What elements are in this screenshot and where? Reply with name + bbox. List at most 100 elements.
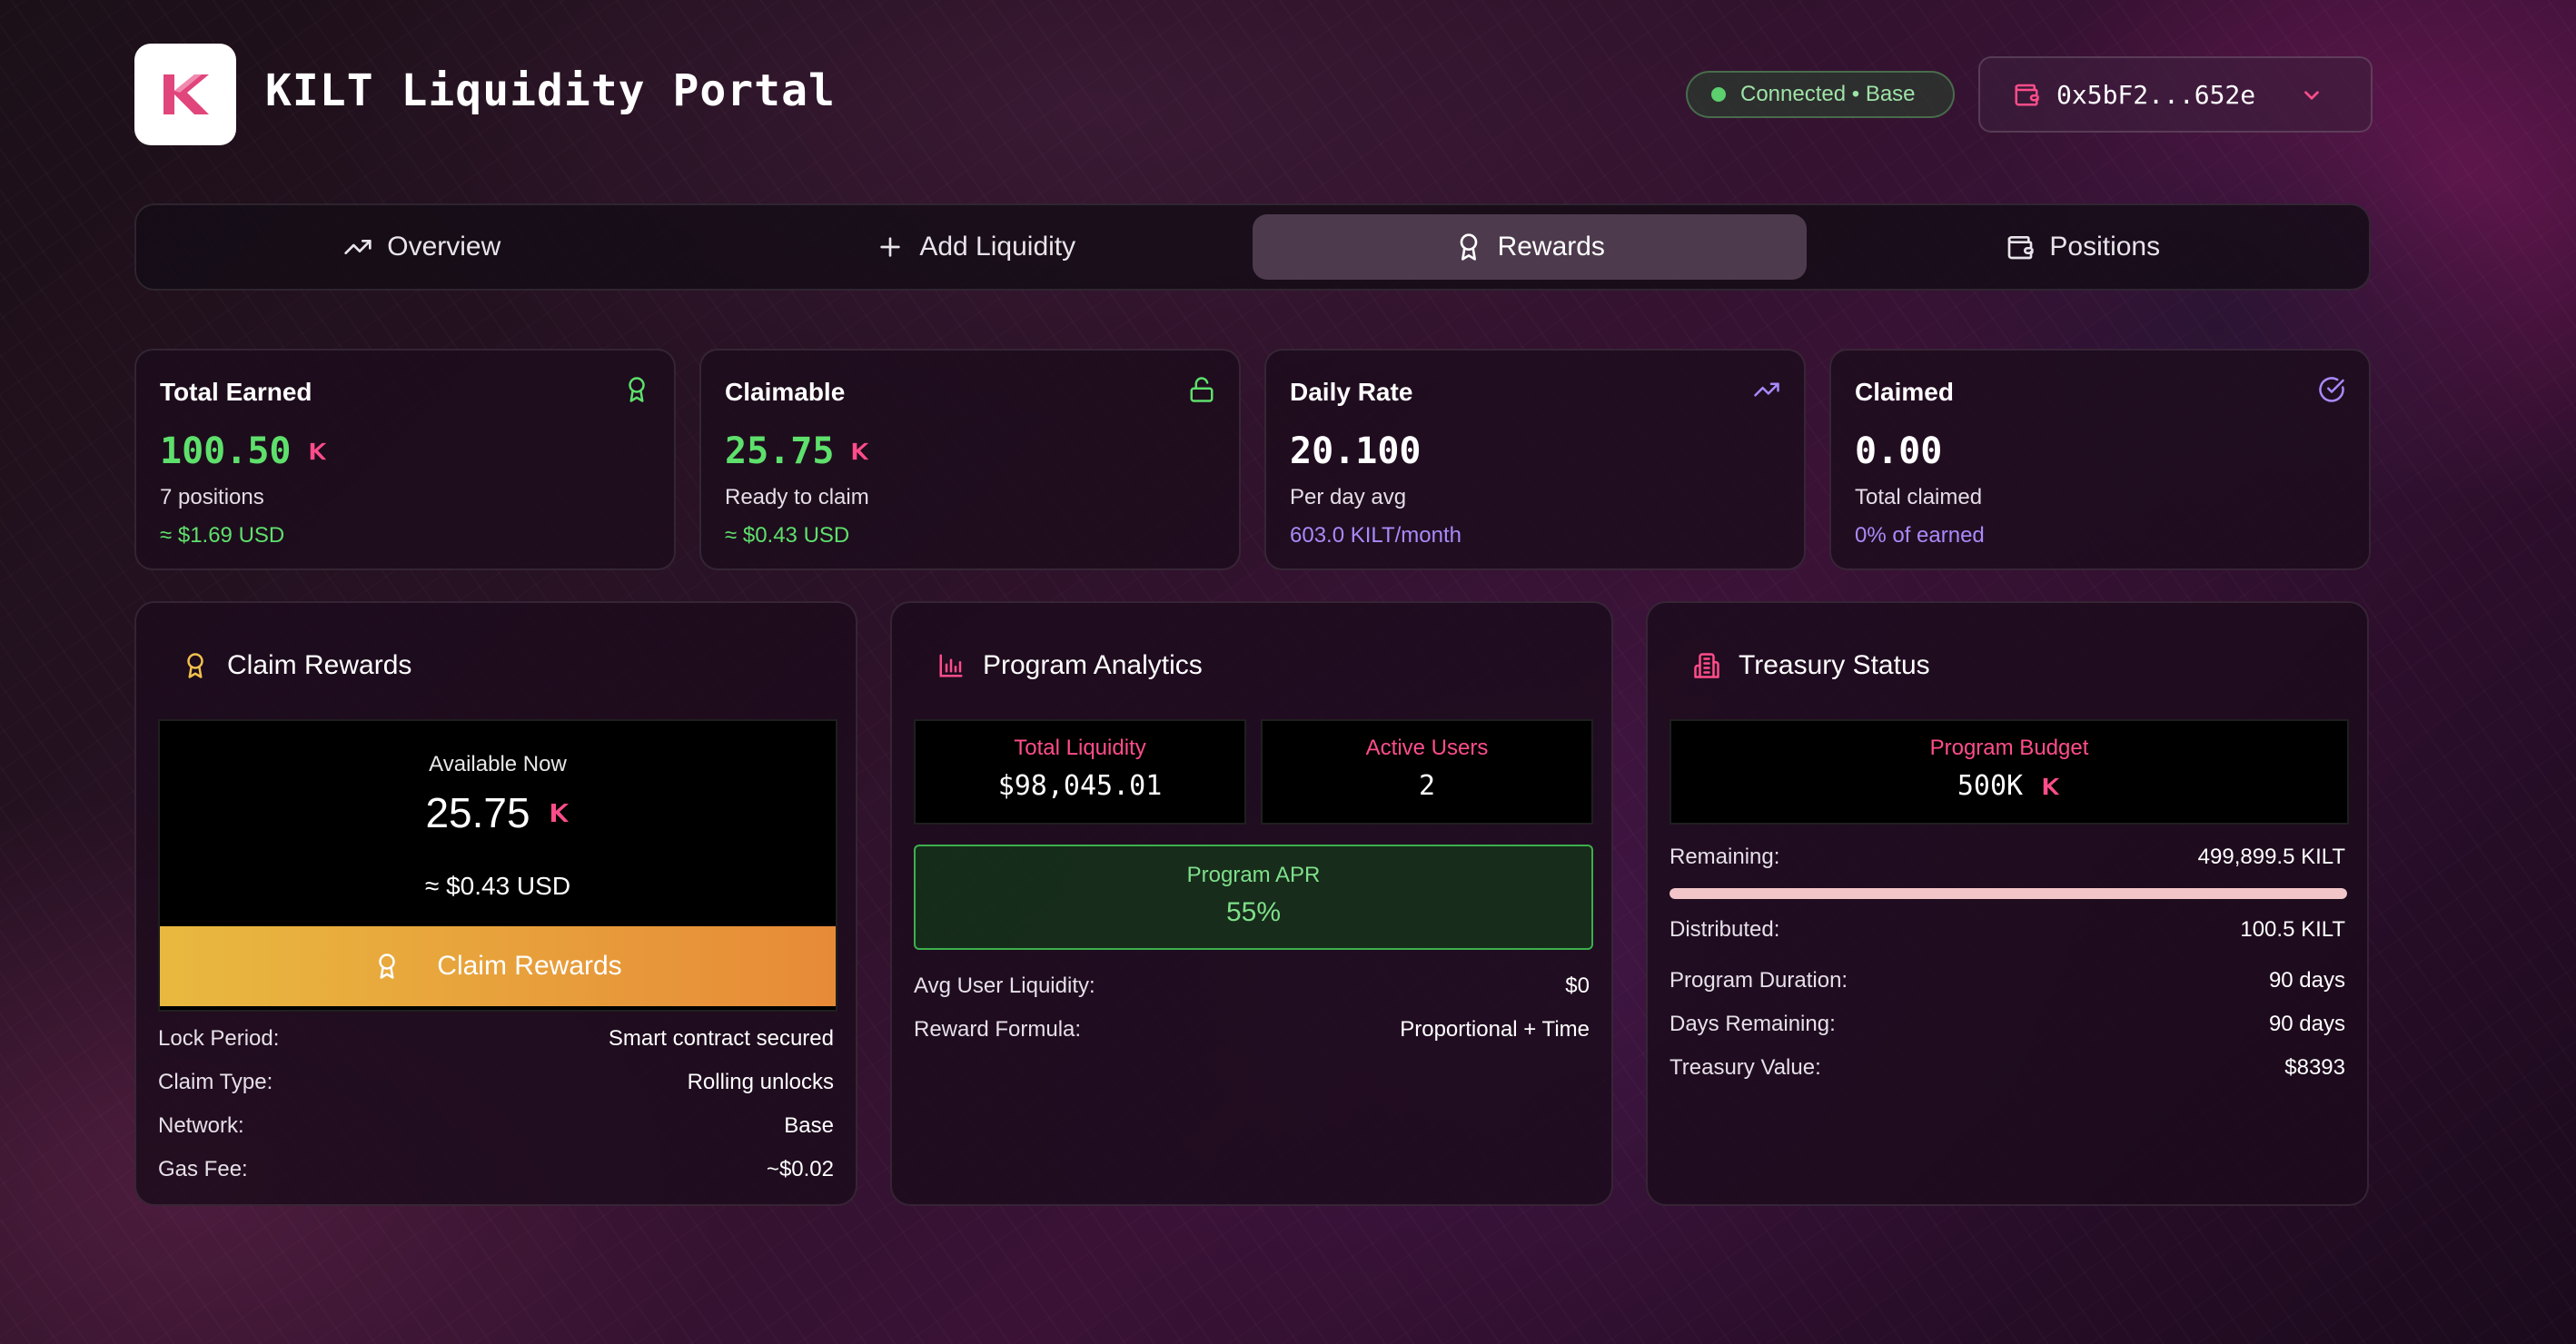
panel-title: Treasury Status: [1739, 650, 1930, 680]
kilt-token-icon: [853, 442, 869, 460]
tab-rewards-label: Rewards: [1497, 232, 1605, 262]
info-value: 100.5 KILT: [2240, 917, 2345, 942]
wallet-icon: [2008, 236, 2035, 260]
connection-status-badge: Connected • Base: [1686, 71, 1955, 118]
available-usd: ≈ $0.43 USD: [424, 872, 571, 900]
status-dot-icon: [1711, 87, 1726, 102]
stat-card-total-earned: Total Earned 100.50 7 positions ≈ $1.69 …: [134, 349, 676, 570]
info-value: 499,899.5 KILT: [2197, 845, 2345, 869]
info-key: Reward Formula:: [914, 1017, 1082, 1042]
tab-positions[interactable]: Positions: [1807, 214, 2361, 280]
available-box: Available Now 25.75 ≈ $0.43 USD Claim Re…: [158, 719, 837, 1012]
app-title: KILT Liquidity Portal: [265, 65, 836, 116]
stat-value: 0.00: [1855, 430, 1943, 472]
info-value: Proportional + Time: [1400, 1017, 1590, 1042]
stat-sub: Per day avg: [1290, 485, 1407, 509]
stat-label: Daily Rate: [1290, 378, 1413, 406]
check-circle-icon: [2319, 377, 2344, 402]
available-label: Available Now: [429, 752, 567, 776]
wallet-address: 0x5bF2...652e: [2056, 79, 2256, 110]
claim-button-label: Claim Rewards: [437, 951, 622, 981]
info-row: Reward Formula: Proportional + Time: [914, 1017, 1590, 1043]
stat-value: 20.100: [1290, 430, 1422, 472]
panel-title: Program Analytics: [983, 650, 1203, 680]
connection-status-text: Connected • Base: [1740, 82, 1916, 106]
kilt-token-icon: [550, 804, 569, 822]
program-apr-box: Program APR 55%: [914, 845, 1593, 950]
kilt-token-icon: [2043, 777, 2060, 795]
stat-usd: ≈ $0.43 USD: [725, 523, 850, 548]
stat-card-claimable: Claimable 25.75 Ready to claim ≈ $0.43 U…: [699, 349, 1241, 570]
info-key: Days Remaining:: [1669, 1012, 1836, 1036]
total-liquidity-label: Total Liquidity: [1014, 736, 1146, 760]
info-row: Avg User Liquidity: $0: [914, 973, 1590, 999]
info-value: 90 days: [2268, 968, 2345, 993]
info-row: Lock Period: Smart contract secured: [158, 1026, 834, 1052]
plus-icon: [880, 237, 901, 257]
info-row: Distributed: 100.5 KILT: [1669, 917, 2345, 943]
info-row: Remaining: 499,899.5 KILT: [1669, 845, 2345, 870]
info-key: Distributed:: [1669, 917, 1780, 942]
stat-label: Claimable: [725, 378, 846, 406]
tab-add-liquidity[interactable]: Add Liquidity: [699, 214, 1253, 280]
tab-positions-label: Positions: [2049, 232, 2161, 262]
trending-up-icon: [1754, 382, 1779, 397]
total-liquidity-value: $98,045.01: [997, 770, 1163, 802]
stat-sub: Ready to claim: [725, 485, 869, 509]
info-value: Base: [784, 1113, 834, 1138]
available-value: 25.75: [425, 789, 530, 836]
info-key: Program Duration:: [1669, 968, 1848, 993]
award-icon: [379, 954, 396, 979]
kilt-token-icon: [310, 442, 326, 460]
info-key: Network:: [158, 1113, 244, 1138]
info-key: Claim Type:: [158, 1070, 273, 1094]
active-users-label: Active Users: [1365, 736, 1489, 760]
active-users-box: Active Users 2: [1261, 719, 1593, 825]
award-icon: [1460, 233, 1477, 261]
info-key: Treasury Value:: [1669, 1055, 1821, 1080]
program-analytics-panel: Program Analytics Total Liquidity $98,04…: [890, 601, 1613, 1206]
building-icon: [1694, 653, 1719, 678]
bar-chart-icon: [939, 654, 963, 677]
award-icon: [629, 377, 645, 402]
tab-overview-label: Overview: [387, 232, 501, 262]
info-value: ~$0.02: [766, 1157, 834, 1181]
info-value: $0: [1565, 973, 1590, 998]
total-liquidity-box: Total Liquidity $98,045.01: [914, 719, 1246, 825]
wallet-button[interactable]: 0x5bF2...652e: [1978, 56, 2373, 133]
wallet-icon: [2015, 84, 2039, 106]
trending-up-icon: [344, 240, 372, 254]
panel-title: Claim Rewards: [227, 650, 412, 680]
stat-sub: Total claimed: [1855, 485, 1983, 509]
award-icon: [187, 653, 203, 678]
stat-label: Claimed: [1855, 378, 1954, 406]
info-value: Rolling unlocks: [687, 1070, 834, 1094]
stat-usd: ≈ $1.69 USD: [160, 523, 285, 548]
apr-label: Program APR: [1186, 863, 1321, 887]
info-row: Network: Base: [158, 1113, 834, 1139]
remaining-progress-bar: [1669, 888, 2347, 899]
tab-overview[interactable]: Overview: [145, 214, 699, 280]
info-value: 90 days: [2268, 1012, 2345, 1036]
info-value: Smart contract secured: [608, 1026, 834, 1051]
tab-add-liquidity-label: Add Liquidity: [919, 232, 1076, 262]
stat-monthly: 603.0 KILT/month: [1290, 523, 1461, 548]
program-budget-box: Program Budget 500K: [1669, 719, 2349, 825]
tab-rewards[interactable]: Rewards: [1253, 214, 1807, 280]
info-row: Claim Type: Rolling unlocks: [158, 1070, 834, 1095]
remaining-progress-fill: [1669, 888, 2347, 899]
stat-card-claimed: Claimed 0.00 Total claimed 0% of earned: [1829, 349, 2371, 570]
claim-rewards-button[interactable]: Claim Rewards: [160, 926, 836, 1006]
treasury-status-panel: Treasury Status Program Budget 500K Rema…: [1646, 601, 2369, 1206]
stat-value: 100.50: [160, 430, 292, 472]
apr-value: 55%: [1225, 897, 1282, 927]
stat-percent: 0% of earned: [1855, 523, 1985, 548]
stat-sub: 7 positions: [160, 485, 264, 509]
info-row: Days Remaining: 90 days: [1669, 1012, 2345, 1037]
info-key: Lock Period:: [158, 1026, 280, 1051]
kilt-logo-icon: [163, 74, 209, 114]
stat-label: Total Earned: [160, 378, 312, 406]
info-value: $8393: [2284, 1055, 2345, 1080]
active-users-value: 2: [1418, 770, 1436, 802]
stat-card-daily-rate: Daily Rate 20.100 Per day avg 603.0 KILT…: [1264, 349, 1806, 570]
